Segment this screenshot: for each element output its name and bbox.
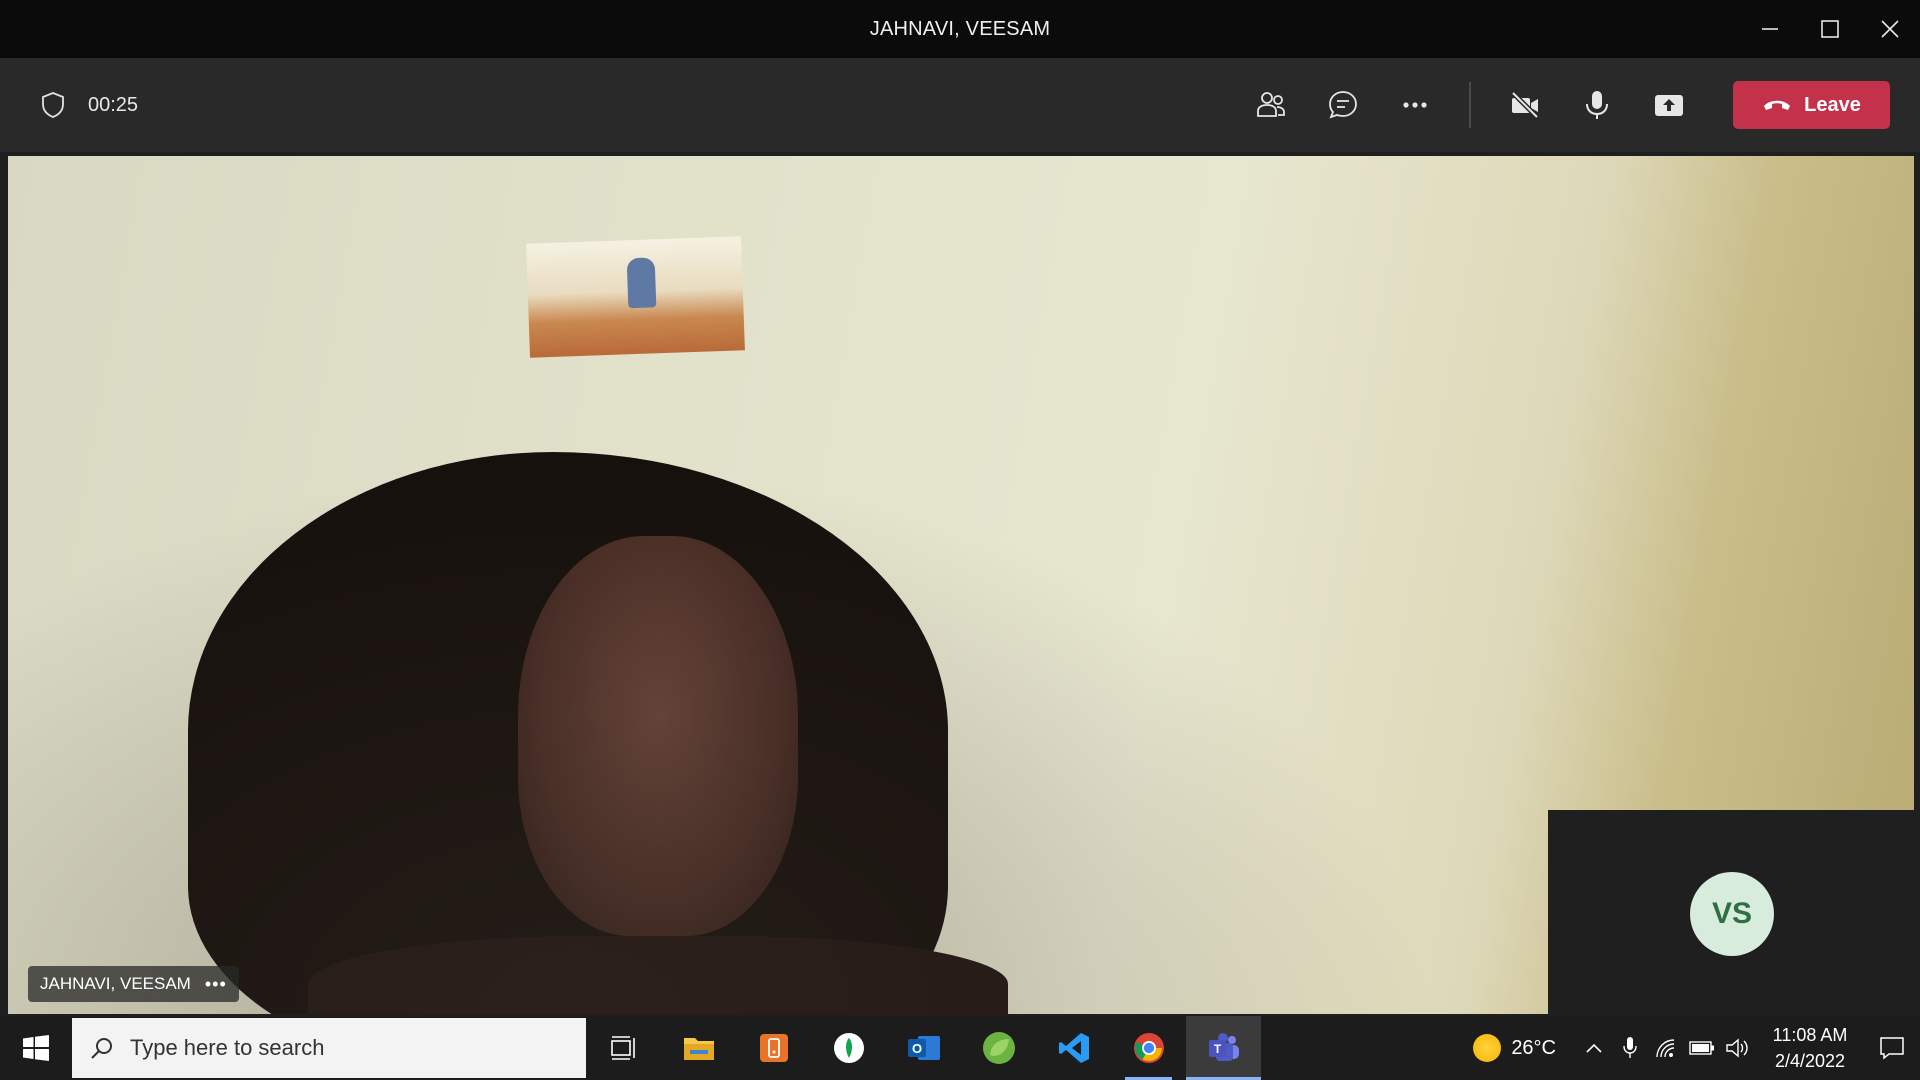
chat-icon bbox=[1329, 91, 1357, 119]
more-actions-button[interactable] bbox=[1379, 69, 1451, 141]
window-controls bbox=[1740, 0, 1920, 58]
microphone-icon bbox=[1623, 1037, 1637, 1058]
start-button[interactable] bbox=[0, 1016, 72, 1080]
taskbar-search[interactable]: Type here to search bbox=[72, 1018, 586, 1078]
more-actions-icon bbox=[1403, 102, 1427, 108]
share-screen-button[interactable] bbox=[1633, 69, 1705, 141]
green-leaf-icon bbox=[833, 1033, 864, 1063]
taskbar-outlook[interactable]: O bbox=[886, 1016, 961, 1080]
window-titlebar: JAHNAVI, VEESAM bbox=[0, 0, 1920, 58]
windows-taskbar: Type here to search O T 26°C 11:08 AM 2/… bbox=[0, 1016, 1920, 1080]
participants-button[interactable] bbox=[1235, 69, 1307, 141]
chat-button[interactable] bbox=[1307, 69, 1379, 141]
window-title: JAHNAVI, VEESAM bbox=[869, 17, 1051, 40]
network-button[interactable] bbox=[1648, 1016, 1684, 1080]
clock-time: 11:08 AM bbox=[1772, 1025, 1848, 1045]
windows-logo-icon bbox=[23, 1035, 49, 1061]
share-screen-icon bbox=[1655, 95, 1683, 116]
vscode-icon bbox=[1058, 1033, 1089, 1063]
meeting-info: 00:25 bbox=[40, 58, 138, 152]
show-hidden-icons-button[interactable] bbox=[1576, 1016, 1612, 1080]
battery-button[interactable] bbox=[1684, 1016, 1720, 1080]
clock-date: 2/4/2022 bbox=[1774, 1051, 1846, 1071]
chevron-up-icon bbox=[1586, 1043, 1602, 1053]
meeting-controls: Leave bbox=[1235, 58, 1890, 152]
maximize-button[interactable] bbox=[1800, 0, 1860, 58]
taskbar-chrome[interactable] bbox=[1111, 1016, 1186, 1080]
camera-off-icon bbox=[1511, 91, 1539, 119]
maximize-icon bbox=[1821, 20, 1839, 38]
close-icon bbox=[1881, 20, 1899, 38]
toolbar-divider bbox=[1469, 82, 1471, 128]
action-center-button[interactable] bbox=[1864, 1016, 1920, 1080]
minimize-button[interactable] bbox=[1740, 0, 1800, 58]
camera-toggle-button[interactable] bbox=[1489, 69, 1561, 141]
volume-button[interactable] bbox=[1720, 1016, 1756, 1080]
taskbar-clock[interactable]: 11:08 AM 2/4/2022 bbox=[1762, 1022, 1858, 1074]
system-tray: 26°C 11:08 AM 2/4/2022 bbox=[1473, 1016, 1920, 1080]
teams-icon: T bbox=[1208, 1033, 1239, 1061]
svg-text:T: T bbox=[1213, 1042, 1221, 1056]
hang-up-icon bbox=[1764, 100, 1791, 110]
participants-icon bbox=[1257, 92, 1285, 117]
taskbar-orange-app[interactable] bbox=[736, 1016, 811, 1080]
leave-label: Leave bbox=[1804, 93, 1861, 116]
weather-widget[interactable]: 26°C bbox=[1473, 1034, 1556, 1062]
task-view-icon bbox=[610, 1036, 635, 1060]
tray-microphone-button[interactable] bbox=[1612, 1016, 1648, 1080]
svg-text:O: O bbox=[911, 1041, 921, 1056]
weather-temperature: 26°C bbox=[1511, 1036, 1556, 1059]
microphone-icon bbox=[1586, 91, 1608, 119]
wifi-icon bbox=[1656, 1039, 1675, 1058]
leave-button[interactable]: Leave bbox=[1733, 81, 1890, 129]
participant-name: JAHNAVI, VEESAM bbox=[40, 974, 191, 993]
battery-icon bbox=[1689, 1041, 1714, 1055]
search-placeholder: Type here to search bbox=[130, 1035, 325, 1060]
task-view-button[interactable] bbox=[586, 1016, 661, 1080]
taskbar-green-circle-app[interactable] bbox=[811, 1016, 886, 1080]
minimize-icon bbox=[1762, 28, 1778, 30]
participant-name-tag: JAHNAVI, VEESAM ••• bbox=[28, 966, 239, 1002]
outlook-icon: O bbox=[907, 1036, 940, 1060]
folder-icon bbox=[683, 1038, 714, 1060]
sun-icon bbox=[1473, 1034, 1502, 1062]
taskbar-spring-tool-suite[interactable] bbox=[961, 1016, 1036, 1080]
microphone-button[interactable] bbox=[1561, 69, 1633, 141]
search-icon bbox=[91, 1038, 112, 1059]
taskbar-teams[interactable]: T bbox=[1186, 1016, 1261, 1080]
self-view-tile[interactable]: VS bbox=[1548, 810, 1914, 1014]
avatar: VS bbox=[1690, 872, 1774, 956]
taskbar-file-explorer[interactable] bbox=[661, 1016, 736, 1080]
spring-leaf-icon bbox=[982, 1032, 1015, 1064]
chrome-icon bbox=[1133, 1033, 1164, 1063]
shield-icon[interactable] bbox=[40, 91, 66, 119]
meeting-toolbar: 00:25 Leave bbox=[0, 58, 1920, 152]
orange-app-icon bbox=[759, 1034, 788, 1062]
participant-more-button[interactable]: ••• bbox=[205, 974, 227, 995]
notification-icon bbox=[1880, 1037, 1904, 1060]
meeting-timer: 00:25 bbox=[88, 93, 139, 116]
speaker-icon bbox=[1726, 1038, 1748, 1058]
close-button[interactable] bbox=[1860, 0, 1920, 58]
taskbar-vscode[interactable] bbox=[1036, 1016, 1111, 1080]
